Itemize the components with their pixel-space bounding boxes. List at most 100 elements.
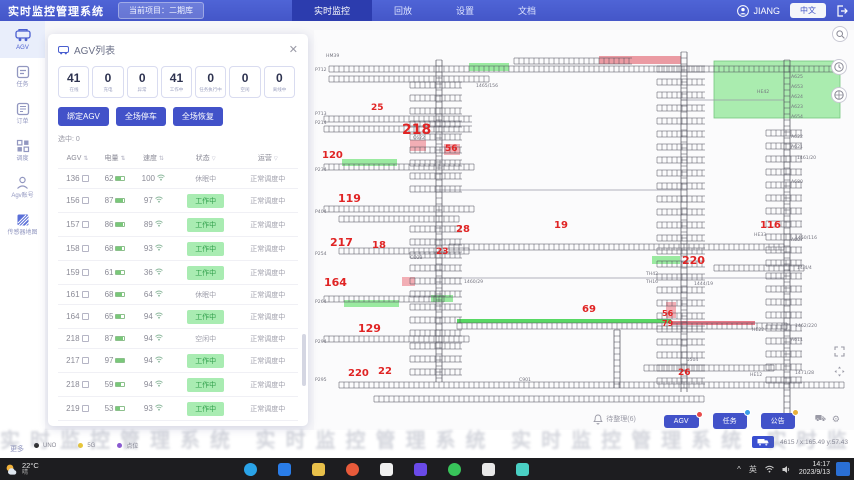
network-icon[interactable] (765, 465, 774, 473)
close-icon[interactable]: ✕ (289, 45, 298, 55)
taskbar-app-icons (244, 463, 550, 476)
nav-item-3[interactable]: 文档 (496, 0, 558, 21)
sidebar-item-3[interactable]: 调度 (0, 132, 45, 169)
taskbar-app-icon-2[interactable] (312, 463, 325, 476)
agv-row-218[interactable]: 218 8794 空闲中正常调度中 (58, 329, 298, 349)
map-timer-button[interactable] (831, 59, 847, 75)
project-selector[interactable]: 当前项目：二期库 (118, 2, 204, 19)
sidebar-item-more[interactable]: 更多 (10, 444, 24, 454)
agv-row-157[interactable]: 157 8689 工作中正常调度中 (58, 213, 298, 237)
map-bar-button-1[interactable]: 任务 (713, 413, 747, 429)
language-button[interactable]: 中文 (790, 3, 826, 18)
locate-checkbox[interactable] (82, 175, 89, 182)
pending-alerts[interactable]: 待整理(6) (593, 414, 636, 425)
speed-value: 94 (144, 334, 153, 343)
stat-box-0[interactable]: 41在线 (58, 66, 89, 98)
sidebar-item-5[interactable]: 传感器地图 (0, 206, 45, 243)
panel-button-0[interactable]: 绑定AGV (58, 107, 109, 126)
taskbar-app-icon-1[interactable] (278, 463, 291, 476)
stat-box-5[interactable]: 0空闲 (229, 66, 260, 98)
agv-row-164[interactable]: 164 6594 工作中正常调度中 (58, 305, 298, 329)
stat-box-1[interactable]: 0充电 (92, 66, 123, 98)
locate-checkbox[interactable] (82, 357, 89, 364)
factory-map[interactable]: HM39P712P713P214P234P404P254P264P294P295… (314, 30, 854, 430)
locate-checkbox[interactable] (82, 269, 89, 276)
taskbar-clock[interactable]: 14:17 2023/9/13 (799, 461, 830, 477)
status-text: 休眠中 (195, 176, 216, 183)
taskbar-app-icon-5[interactable] (414, 463, 427, 476)
taskbar-weather[interactable]: 22°C 晴 (4, 462, 74, 477)
volume-icon[interactable] (782, 465, 791, 474)
user-menu[interactable]: JIANG (737, 5, 780, 17)
tray-caret-icon[interactable]: ^ (737, 465, 741, 474)
stat-box-2[interactable]: 0异常 (127, 66, 158, 98)
nav-menu: 实时监控回放设置文档 (292, 0, 558, 21)
settings-mini-icon[interactable]: ⚙ (832, 414, 840, 425)
locate-checkbox[interactable] (82, 313, 89, 320)
map-legend: UNO5G点位 (34, 441, 160, 450)
logout-icon[interactable] (836, 5, 848, 17)
locate-checkbox[interactable] (82, 335, 89, 342)
panel-scrollbar[interactable] (302, 334, 306, 386)
agv-row-156[interactable]: 156 8797 工作中正常调度中 (58, 189, 298, 213)
locate-checkbox[interactable] (82, 291, 89, 298)
agv-row-220[interactable]: 220 5293 工作中正常调度中 (58, 421, 298, 427)
agv-row-158[interactable]: 158 6893 工作中正常调度中 (58, 237, 298, 261)
notification-center-icon[interactable] (836, 462, 850, 476)
agv-row-161[interactable]: 161 6864 休眠中正常调度中 (58, 285, 298, 305)
stat-box-6[interactable]: 0离线中 (264, 66, 295, 98)
map-bar-button-0[interactable]: AGV (664, 415, 699, 428)
locate-checkbox[interactable] (82, 381, 89, 388)
col-header-3[interactable]: 状态 ▽ (174, 149, 238, 169)
taskbar-app-icon-4[interactable] (380, 463, 393, 476)
battery-value: 68 (105, 290, 114, 299)
taskbar-app-icon-7[interactable] (482, 463, 495, 476)
ime-indicator[interactable]: 英 (749, 464, 757, 475)
agv-panel-icon (58, 44, 69, 55)
taskbar-app-icon-3[interactable] (346, 463, 359, 476)
battery-value: 53 (105, 404, 114, 413)
col-header-2[interactable]: 速度 ⇅ (133, 149, 174, 169)
map-pan-button[interactable] (831, 363, 847, 379)
locate-checkbox[interactable] (82, 405, 89, 412)
sidebar-item-0[interactable]: AGV (0, 21, 45, 58)
wifi-icon (155, 290, 163, 297)
map-search-button[interactable] (832, 26, 848, 42)
col-header-1[interactable]: 电量 ⇅ (97, 149, 133, 169)
sidebar-item-1[interactable]: 任务 (0, 58, 45, 95)
taskbar-app-icon-6[interactable] (448, 463, 461, 476)
svg-text:28: 28 (456, 224, 470, 235)
panel-button-1[interactable]: 全场停车 (116, 107, 166, 126)
nav-item-1[interactable]: 回放 (372, 0, 434, 21)
sidebar-item-4[interactable]: Agv账号 (0, 169, 45, 206)
stat-box-3[interactable]: 41工作中 (161, 66, 192, 98)
cart-mini-icon[interactable]: ⛟ (815, 413, 826, 425)
agv-row-159[interactable]: 159 6136 工作中正常调度中 (58, 261, 298, 285)
sidebar-item-2[interactable]: 订单 (0, 95, 45, 132)
compass-icon (834, 90, 844, 100)
panel-button-2[interactable]: 全场恢复 (173, 107, 223, 126)
locate-checkbox[interactable] (82, 245, 89, 252)
locate-checkbox[interactable] (82, 197, 89, 204)
col-header-0[interactable]: AGV ⇅ (58, 149, 97, 169)
col-header-4[interactable]: 运营 ▽ (238, 149, 298, 169)
nav-item-0[interactable]: 实时监控 (292, 0, 372, 21)
nav-item-2[interactable]: 设置 (434, 0, 496, 21)
stat-box-4[interactable]: 0任务执行中 (195, 66, 226, 98)
agv-row-218[interactable]: 218 5994 工作中正常调度中 (58, 373, 298, 397)
agv-row-219[interactable]: 219 5393 工作中正常调度中 (58, 397, 298, 421)
taskbar-app-icon-8[interactable] (516, 463, 529, 476)
agv-icon (15, 28, 31, 42)
svg-text:P294: P294 (315, 339, 327, 345)
agv-row-136[interactable]: 136 62100 休眠中正常调度中 (58, 169, 298, 189)
map-bar-button-2[interactable]: 公告 (761, 413, 795, 429)
agv-id: 164 (66, 312, 79, 321)
taskbar-app-icon-0[interactable] (244, 463, 257, 476)
map-fullscreen-button[interactable] (831, 343, 847, 359)
agv-locate-button[interactable] (752, 436, 774, 448)
map-compass-button[interactable] (831, 87, 847, 103)
legend-item-1: 5G (78, 441, 95, 450)
agv-row-217[interactable]: 217 9794 工作中正常调度中 (58, 349, 298, 373)
svg-text:TH16: TH16 (645, 279, 658, 285)
locate-checkbox[interactable] (82, 221, 89, 228)
